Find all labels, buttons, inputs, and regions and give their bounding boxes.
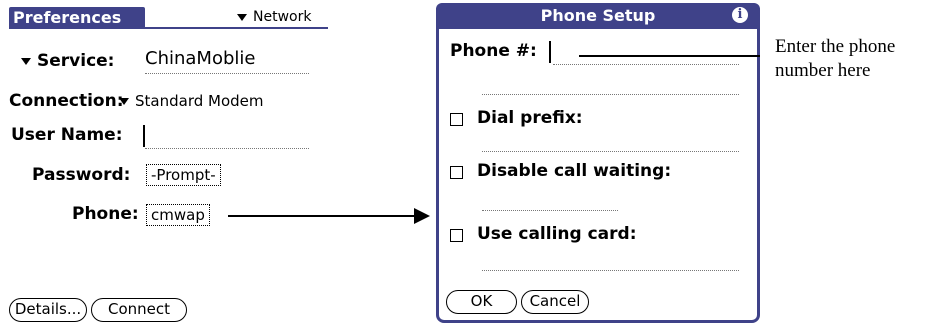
- calling-card-field[interactable]: [482, 270, 739, 271]
- details-button[interactable]: Details...: [9, 298, 87, 322]
- dial-prefix-field[interactable]: [482, 151, 739, 152]
- phone-field[interactable]: cmwap: [146, 204, 210, 226]
- service-value[interactable]: ChinaMoblie: [145, 48, 255, 70]
- preferences-screen: Preferences Network Service: ChinaMoblie…: [9, 7, 328, 322]
- phone-number-underline: [553, 64, 739, 65]
- dial-prefix-label: Dial prefix:: [477, 108, 583, 128]
- username-field[interactable]: [145, 124, 309, 148]
- calling-card-label: Use calling card:: [477, 224, 637, 244]
- calling-card-checkbox[interactable]: [450, 229, 463, 242]
- service-underline: [145, 73, 309, 74]
- arrow-right-icon: [414, 208, 430, 224]
- service-label: Service:: [21, 50, 114, 72]
- password-label: Password:: [32, 165, 131, 185]
- connection-triangle-icon: [119, 98, 129, 105]
- connect-button[interactable]: Connect: [91, 298, 187, 322]
- phone-setup-dialog: Phone Setup i Phone #: Dial prefix: Disa…: [436, 3, 760, 323]
- panel-picker-label: Network: [253, 9, 312, 25]
- title-underline: [145, 27, 328, 29]
- dialog-title: Phone Setup: [436, 3, 760, 29]
- dial-prefix-checkbox[interactable]: [450, 113, 463, 126]
- cancel-button[interactable]: Cancel: [521, 290, 589, 314]
- preferences-title: Preferences: [9, 7, 145, 29]
- disable-call-waiting-checkbox[interactable]: [450, 166, 463, 179]
- username-underline: [145, 148, 309, 149]
- annotation-line-1: Enter the phone: [775, 36, 896, 57]
- connector-line: [228, 215, 414, 217]
- info-icon[interactable]: i: [732, 7, 748, 23]
- phone-number-label: Phone #:: [450, 41, 537, 61]
- connection-label: Connection:: [9, 91, 124, 111]
- disable-call-waiting-field[interactable]: [482, 210, 618, 211]
- ok-button[interactable]: OK: [446, 290, 517, 314]
- connection-value: Standard Modem: [135, 92, 264, 110]
- annotation-line: [579, 55, 760, 57]
- phone-label: Phone:: [72, 204, 139, 224]
- phone-number-underline-2: [482, 94, 739, 95]
- connection-picker[interactable]: Standard Modem: [119, 90, 264, 112]
- service-triangle-icon: [21, 57, 31, 65]
- disable-call-waiting-label: Disable call waiting:: [477, 161, 672, 181]
- triangle-down-icon: [237, 13, 247, 21]
- panel-picker[interactable]: Network: [237, 8, 311, 26]
- password-field[interactable]: -Prompt-: [146, 164, 221, 186]
- annotation-line-2: number here: [775, 60, 871, 81]
- username-label: User Name:: [11, 125, 123, 145]
- phone-number-field[interactable]: [553, 40, 739, 64]
- phone-number-cursor: [549, 41, 551, 63]
